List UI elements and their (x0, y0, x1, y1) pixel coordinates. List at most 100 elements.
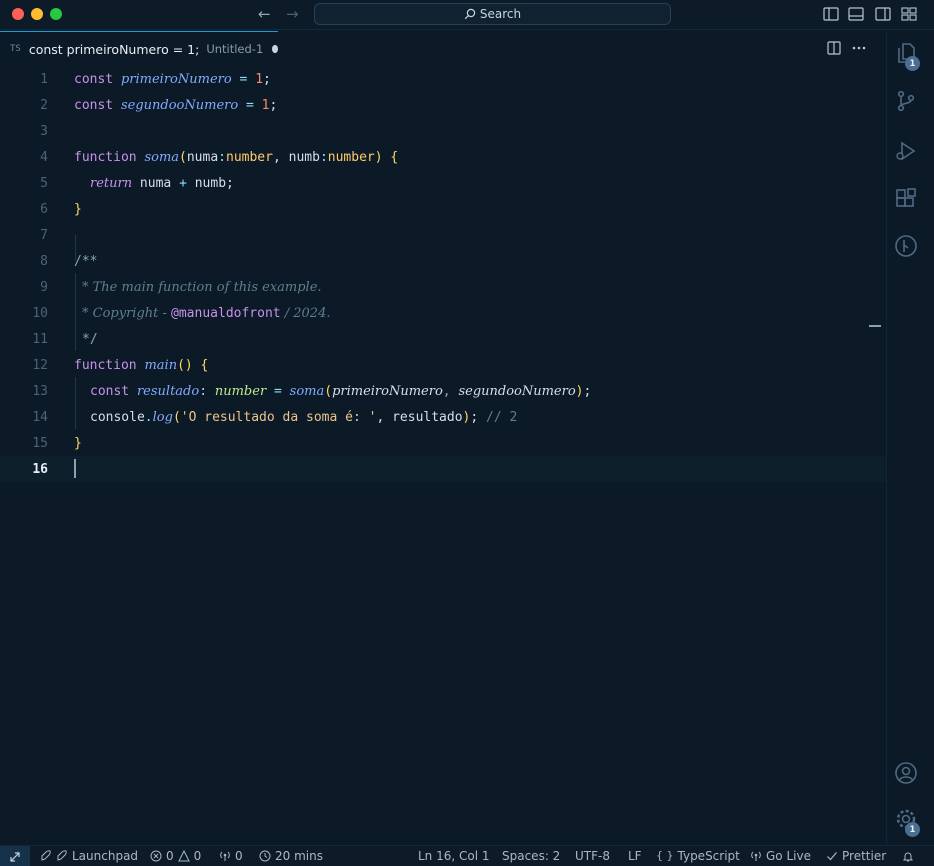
git-graph-icon[interactable] (894, 234, 918, 258)
line-number: 11 (32, 331, 48, 347)
launchpad-item[interactable]: Launchpad (40, 849, 138, 863)
line-number-active: 16 (32, 461, 48, 477)
warning-count: 0 (193, 849, 202, 863)
code-editor[interactable]: 1 const primeiroNumero = 1; 2 const segu… (0, 66, 886, 845)
code-line: 15 } (0, 430, 886, 456)
code-line: 13 const resultado: number = soma(primei… (0, 378, 886, 404)
typescript-file-icon: TS (10, 44, 21, 54)
code-text: const segundooNumero = 1; (74, 97, 278, 113)
go-live-button[interactable]: Go Live (750, 849, 811, 863)
braces-icon: { } (656, 849, 674, 862)
code-line: 11 */ (0, 326, 886, 352)
language-mode[interactable]: { } TypeScript (656, 849, 740, 863)
code-line: 3 (0, 118, 886, 144)
wakatime-item[interactable]: 20 mins (259, 849, 323, 863)
editor-tab-untitled-1[interactable]: TS const primeiroNumero = 1; Untitled-1 (0, 31, 278, 66)
code-line: 6 } (0, 196, 886, 222)
text-cursor (74, 459, 76, 478)
tab-subtitle: Untitled-1 (206, 42, 264, 56)
line-number: 14 (32, 409, 48, 425)
line-number: 13 (32, 383, 48, 399)
current-line: 16 (0, 456, 886, 482)
line-number: 10 (32, 305, 48, 321)
title-bar: ← → Search (0, 0, 934, 30)
maximize-window-button[interactable] (50, 8, 62, 20)
code-line: 12 function main() { (0, 352, 886, 378)
command-center-search[interactable]: Search (314, 3, 671, 25)
code-line: 9 * The main function of this example. (0, 274, 886, 300)
error-icon (150, 850, 162, 862)
code-text: function soma(numa:number, numb:number) … (74, 149, 399, 165)
rocket-icon (41, 850, 51, 861)
editor-tab-bar: TS const primeiroNumero = 1; Untitled-1 (0, 31, 934, 66)
check-icon (827, 852, 837, 861)
line-number: 12 (32, 357, 48, 373)
code-line: 1 const primeiroNumero = 1; (0, 66, 886, 92)
code-line: 8 /** (0, 248, 886, 274)
launchpad-icon (57, 850, 67, 861)
broadcast-icon (220, 851, 230, 861)
line-number: 7 (40, 227, 48, 243)
warning-icon (177, 850, 190, 862)
code-line: 7 (0, 222, 886, 248)
extensions-icon[interactable] (894, 187, 918, 211)
error-count: 0 (166, 849, 174, 863)
more-actions-icon[interactable] (851, 40, 867, 56)
arrow-right-icon[interactable]: → (286, 6, 299, 22)
code-text: */ (82, 331, 98, 347)
line-number: 4 (40, 149, 48, 165)
toggle-primary-sidebar-icon[interactable] (823, 7, 839, 21)
prettier-item[interactable]: Prettier (826, 849, 886, 863)
split-editor-icon[interactable] (826, 40, 842, 56)
code-text: return numa + numb; (90, 175, 234, 191)
time-spent: 20 mins (275, 849, 323, 863)
toggle-secondary-sidebar-icon[interactable] (875, 7, 891, 21)
settings-badge: 1 (905, 822, 920, 837)
run-debug-icon[interactable] (894, 139, 918, 163)
unsaved-dot-icon[interactable] (272, 45, 278, 53)
scrollbar-cursor-marker[interactable] (869, 325, 881, 327)
line-number: 6 (40, 201, 48, 217)
line-number: 3 (40, 123, 48, 139)
line-number: 15 (32, 435, 48, 451)
clock-icon (259, 850, 271, 862)
line-number: 2 (40, 97, 48, 113)
indentation[interactable]: Spaces: 2 (502, 849, 560, 863)
tab-title: const primeiroNumero = 1; (28, 41, 200, 57)
account-icon[interactable] (894, 761, 918, 785)
source-control-icon[interactable] (894, 89, 918, 113)
toggle-panel-icon[interactable] (848, 7, 864, 21)
code-text: function main() { (74, 357, 209, 373)
minimize-window-button[interactable] (31, 8, 43, 20)
customize-layout-icon[interactable] (901, 7, 917, 21)
code-text: const primeiroNumero = 1; (74, 71, 271, 87)
code-text: } (74, 201, 82, 217)
activity-bar: 1 1 (886, 31, 934, 845)
cursor-position[interactable]: Ln 16, Col 1 (418, 849, 490, 863)
code-text: * Copyright - @manualdofront / 2024. (82, 305, 331, 321)
remote-icon (10, 851, 20, 862)
problems-item[interactable]: 0 0 (150, 849, 201, 863)
launchpad-label: Launchpad (72, 849, 139, 863)
line-number: 5 (40, 175, 48, 191)
notifications-bell-icon[interactable] (902, 850, 914, 862)
code-line: 10 * Copyright - @manualdofront / 2024. (0, 300, 886, 326)
go-live-icon (751, 851, 761, 861)
ports-item[interactable]: 0 (219, 849, 243, 863)
line-number: 9 (40, 279, 48, 295)
code-line: 14 console.log('O resultado da soma é: '… (0, 404, 886, 430)
end-of-line[interactable]: LF (628, 849, 642, 863)
search-icon (464, 8, 476, 20)
code-text: /** (74, 253, 98, 269)
status-bar: Launchpad 0 0 0 20 mins Ln 16, Col 1 Spa… (0, 845, 934, 866)
close-window-button[interactable] (12, 8, 24, 20)
arrow-left-icon[interactable]: ← (258, 6, 271, 22)
code-text: * The main function of this example. (82, 279, 322, 295)
line-number: 1 (40, 71, 48, 87)
code-text: console.log('O resultado da soma é: ', r… (90, 409, 518, 425)
search-label: Search (479, 7, 522, 21)
ports-count: 0 (235, 849, 243, 863)
encoding[interactable]: UTF-8 (575, 849, 610, 863)
remote-indicator[interactable] (0, 846, 30, 866)
code-line: 5 return numa + numb; (0, 170, 886, 196)
